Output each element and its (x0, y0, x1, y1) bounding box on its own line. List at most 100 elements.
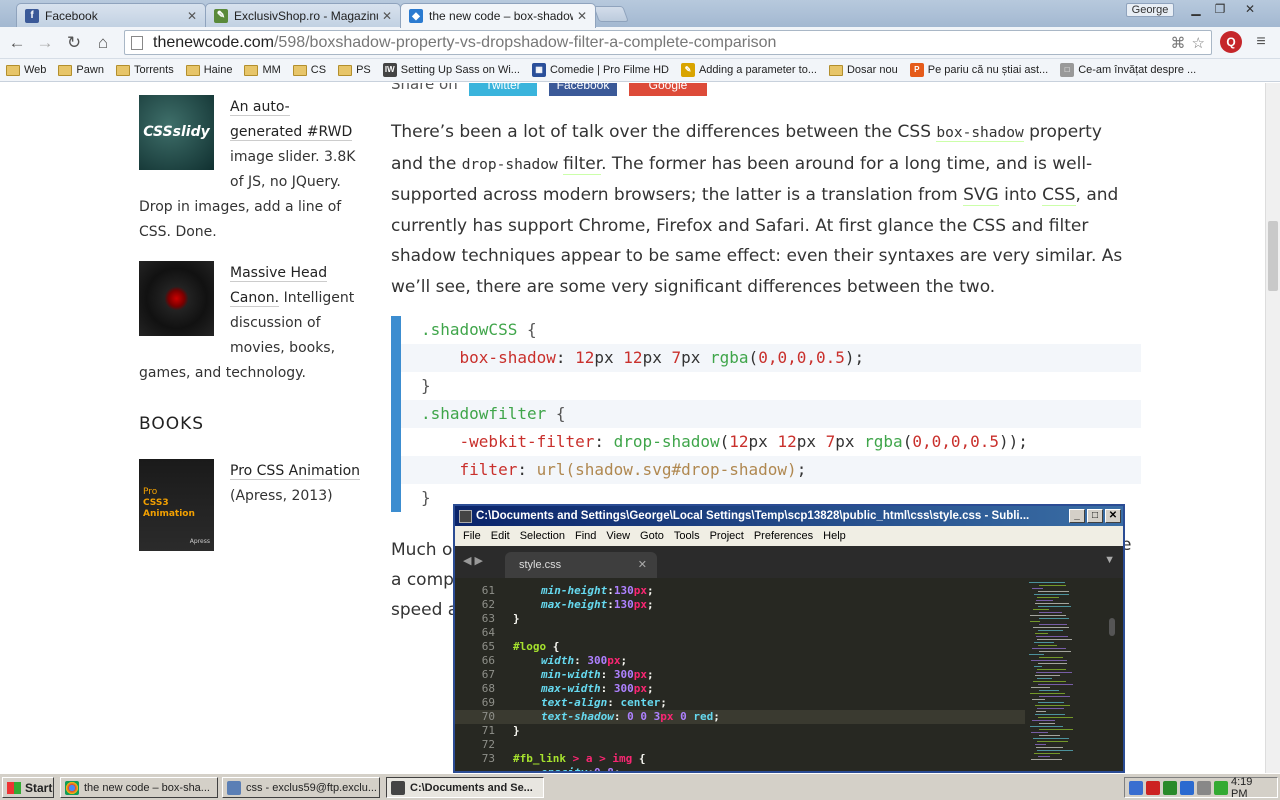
tab-nav-arrows-icon[interactable]: ◀ ▶ (463, 554, 483, 567)
bookmark-item[interactable]: PS (338, 64, 371, 76)
minimap-line (1031, 588, 1043, 589)
bookmark-label: Comedie | Pro Filme HD (549, 64, 669, 76)
restore-icon[interactable]: ❐ (1208, 2, 1232, 18)
tab-dropdown-icon[interactable]: ▼ (1104, 554, 1115, 566)
menu-item-tools[interactable]: Tools (674, 530, 700, 542)
bookmark-item[interactable]: Haine (185, 64, 232, 76)
menu-item-edit[interactable]: Edit (491, 530, 510, 542)
taskbar-item-sublime[interactable]: C:\Documents and Se... (386, 777, 544, 798)
book-cover[interactable]: Pro CSS3 Animation Apress (139, 459, 214, 551)
bookmark-item[interactable]: IW Setting Up Sass on Wi... (382, 63, 520, 77)
extension-icon[interactable]: Q (1220, 31, 1242, 53)
minimize-icon[interactable]: ▁ (1184, 2, 1208, 18)
scroll-thumb[interactable] (1268, 221, 1278, 291)
sidebar-item-massive-head-canon[interactable]: Massive Head Canon. Intelligent discussi… (139, 261, 361, 386)
share-twitter-button[interactable]: Twitter (469, 83, 537, 96)
back-icon[interactable]: ← (6, 32, 28, 54)
sidebar-item-cssslidy[interactable]: CSSslidy An auto-generated #RWD image sl… (139, 95, 361, 245)
editor-line: #fb_link > a > img { (513, 752, 646, 765)
share-google-button[interactable]: Google (629, 83, 707, 96)
bookmark-item[interactable]: MM (244, 64, 281, 76)
share-facebook-button[interactable]: Facebook (549, 83, 617, 96)
close-tab-icon[interactable]: ✕ (638, 552, 647, 578)
minimap-line (1032, 720, 1056, 721)
code-selector: .shadowCSS (421, 320, 518, 339)
minimap[interactable] (1027, 578, 1107, 771)
book-cover-title: CSS3 Animation (143, 498, 195, 519)
translate-icon[interactable]: ⌘ (1171, 34, 1186, 52)
bookmark-item[interactable]: Web (6, 64, 46, 76)
minimap-line (1038, 624, 1067, 625)
menu-item-file[interactable]: File (463, 530, 481, 542)
skype-icon[interactable] (1180, 780, 1194, 795)
speaker-icon[interactable] (1197, 780, 1211, 795)
bookmark-star-icon[interactable]: ☆ (1192, 34, 1205, 52)
menu-item-project[interactable]: Project (710, 530, 744, 542)
security-icon[interactable] (1163, 780, 1177, 795)
sidebar-item-book[interactable]: Pro CSS3 Animation Apress Pro CSS Animat… (139, 459, 361, 557)
bookmark-item[interactable]: Dosar nou (828, 64, 898, 76)
sublime-window[interactable]: C:\Documents and Settings\George\Local S… (453, 504, 1125, 773)
user-badge[interactable]: George (1126, 3, 1174, 17)
url-text[interactable]: thenewcode.com/598/boxshadow-property-vs… (153, 34, 776, 52)
menu-item-preferences[interactable]: Preferences (754, 530, 813, 542)
minimap-line (1037, 750, 1074, 751)
svg-link[interactable]: SVG (963, 185, 999, 206)
editor-scroll-thumb[interactable] (1109, 618, 1115, 636)
address-bar[interactable]: thenewcode.com/598/boxshadow-property-vs… (124, 30, 1212, 55)
close-tab-icon[interactable]: ✕ (382, 9, 392, 23)
tab-exclusivshop[interactable]: ✎ ExclusivShop.ro - Magazinul t ✕ (205, 3, 401, 27)
book-title[interactable]: Pro CSS Animation (230, 463, 361, 480)
cssslidy-thumbnail[interactable]: CSSslidy (139, 95, 214, 170)
menu-item-help[interactable]: Help (823, 530, 846, 542)
sublime-tab[interactable]: style.css ✕ (505, 552, 657, 578)
sidebar-item-title[interactable]: An auto-generated #RWD (230, 99, 353, 141)
close-tab-icon[interactable]: ✕ (187, 9, 197, 23)
reload-icon[interactable]: ↻ (63, 32, 85, 54)
bookmark-item[interactable]: ▦ Comedie | Pro Filme HD (531, 63, 669, 77)
bookmark-item[interactable]: □ Ce-am învățat despre ... (1060, 63, 1196, 77)
start-button[interactable]: Start (2, 777, 54, 798)
code-editor[interactable]: 61 62 63 64 65 66 67 68 69 70 71 72 73 min-height:13… (455, 578, 1123, 771)
page-scrollbar[interactable] (1265, 83, 1280, 773)
new-tab-button[interactable] (593, 6, 629, 22)
bookmark-item[interactable]: Pawn (58, 64, 104, 76)
maximize-icon[interactable]: □ (1087, 509, 1103, 523)
line-number: 70 (481, 710, 495, 723)
tab-newcode[interactable]: ◆ the new code – box-shadow ✕ (400, 3, 596, 28)
tab-facebook[interactable]: f Facebook ✕ (16, 3, 206, 27)
line-number: 66 (481, 654, 495, 667)
forward-icon[interactable]: → (34, 32, 56, 54)
css-link[interactable]: CSS (1042, 185, 1076, 206)
menu-item-selection[interactable]: Selection (520, 530, 565, 542)
editor-line: min-height:130px; (541, 584, 654, 597)
bookmark-item[interactable]: Torrents (115, 64, 174, 76)
menu-item-view[interactable]: View (606, 530, 630, 542)
close-window-icon[interactable]: ✕ (1238, 2, 1262, 18)
taskbar-item-winscp[interactable]: css - exclus59@ftp.exclu... (222, 777, 380, 798)
close-tab-icon[interactable]: ✕ (577, 9, 587, 23)
minimap-line (1036, 636, 1068, 637)
box-shadow-link[interactable]: box-shadow (936, 125, 1024, 142)
close-icon[interactable]: ✕ (1105, 509, 1121, 523)
menu-item-goto[interactable]: Goto (640, 530, 664, 542)
menu-icon[interactable]: ≡ (1252, 33, 1270, 51)
bookmark-item[interactable]: P Pe pariu că nu știai ast... (909, 63, 1048, 77)
bookmark-favicon-icon: P (909, 63, 924, 77)
minimize-icon[interactable]: _ (1069, 509, 1085, 523)
shield-icon[interactable] (1146, 780, 1160, 795)
network-icon[interactable] (1129, 780, 1143, 795)
taskbar-item-chrome[interactable]: the new code – box-sha... (60, 777, 218, 798)
filter-link[interactable]: filter (563, 153, 602, 175)
update-icon[interactable] (1214, 780, 1228, 795)
minimap-line (1032, 609, 1049, 610)
home-icon[interactable]: ⌂ (92, 32, 114, 54)
menu-item-find[interactable]: Find (575, 530, 596, 542)
sublime-titlebar[interactable]: C:\Documents and Settings\George\Local S… (455, 506, 1123, 526)
bookmark-item[interactable]: CS (292, 64, 326, 76)
hal-thumbnail[interactable] (139, 261, 214, 336)
minimap-line (1037, 669, 1067, 670)
minimap-line (1037, 702, 1064, 703)
sublime-icon (391, 780, 405, 795)
bookmark-item[interactable]: ✎ Adding a parameter to... (680, 63, 817, 77)
